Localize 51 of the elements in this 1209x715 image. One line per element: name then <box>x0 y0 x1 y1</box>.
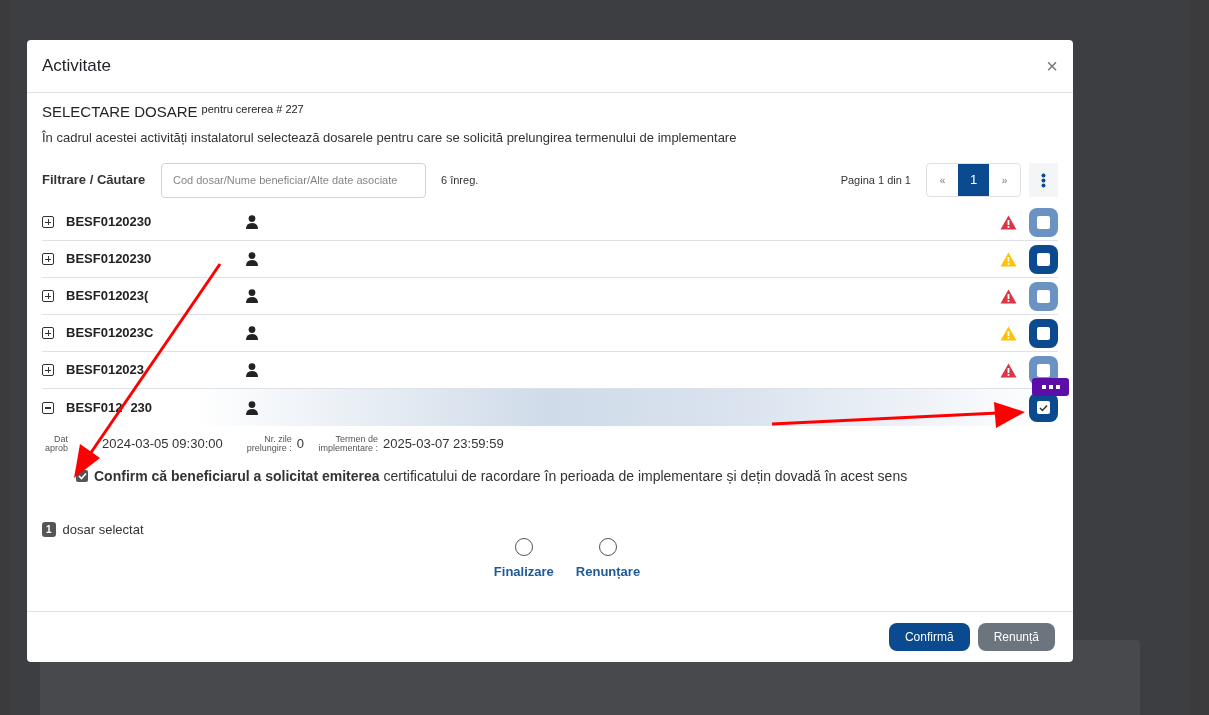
expand-icon[interactable] <box>42 290 54 302</box>
detail-label: Nr. zile prelungire : <box>245 435 292 453</box>
detail-value: 2025-03-07 23:59:59 <box>382 435 504 454</box>
file-code: BESF0120230 <box>66 213 153 232</box>
expand-icon[interactable] <box>42 364 54 376</box>
detail-value: 2024-03-05 09:30:00 <box>102 435 223 454</box>
search-field[interactable]: Cod dosar/Nume beneficiar/Alte date asociate <box>161 162 426 198</box>
user-icon <box>246 363 258 377</box>
file-code: BESF012023C <box>66 324 155 343</box>
select-checkbox[interactable] <box>1029 318 1058 348</box>
page-info: Pagina 1 din 1 <box>840 172 911 188</box>
dialog-title: Activitate <box>42 55 111 78</box>
more-button[interactable] <box>1029 163 1058 197</box>
user-icon <box>246 215 258 229</box>
file-code: BESF012 230 <box>66 398 154 417</box>
file-code: BESF012023 <box>66 361 146 380</box>
page-link[interactable]: » <box>989 164 1020 196</box>
user-icon <box>246 252 258 266</box>
record-count: 6 înreg. <box>441 172 479 188</box>
close-button[interactable]: × <box>1046 51 1058 81</box>
section-heading: SELECTARE DOSARE <box>42 102 198 122</box>
expand-icon[interactable] <box>42 327 54 339</box>
detail-label: Dat aprob <box>43 435 68 453</box>
collapse-icon[interactable] <box>42 401 54 414</box>
select-checkbox[interactable] <box>1029 281 1058 311</box>
count-badge: 1 <box>42 522 56 538</box>
expand-icon[interactable] <box>42 216 54 228</box>
page-link[interactable]: « <box>927 164 958 196</box>
select-checkbox[interactable] <box>1029 207 1058 237</box>
page-link[interactable]: 1 <box>958 164 989 196</box>
select-checkbox[interactable] <box>1029 244 1058 274</box>
selected-label: dosar selectat <box>62 521 144 539</box>
user-icon <box>246 400 258 415</box>
request-note: pentru cererea # 227 <box>201 102 304 117</box>
confirm-button[interactable]: Confirmă <box>888 623 970 651</box>
option-radio[interactable]: Renunțare <box>575 537 641 581</box>
kebab-icon <box>1041 172 1046 188</box>
check-icon <box>77 472 87 480</box>
option-radio[interactable]: Finalizare <box>493 537 554 581</box>
description-text: În cadrul acestei activități instalatorul selectează dosarele pentru care se solicită prelungirea termenului de implementare <box>42 128 738 147</box>
detail-label: Termen de implementare : <box>317 435 378 453</box>
filter-label: Filtrare / Căutare <box>42 171 147 190</box>
confirm-text: Confirm că beneficiarul a solicitat emiterea certificatului de racordare în perioada de implementare și dețin dovadă în acest sens <box>94 466 908 486</box>
actions-menu[interactable] <box>1032 378 1069 396</box>
file-code: BESF0120230 <box>66 250 153 269</box>
user-icon <box>246 289 258 303</box>
cancel-button[interactable]: Renunță <box>977 623 1055 651</box>
detail-value: 0 <box>296 435 304 454</box>
file-code: BESF012023( <box>66 287 150 306</box>
user-icon <box>246 326 258 340</box>
expand-icon[interactable] <box>42 253 54 265</box>
